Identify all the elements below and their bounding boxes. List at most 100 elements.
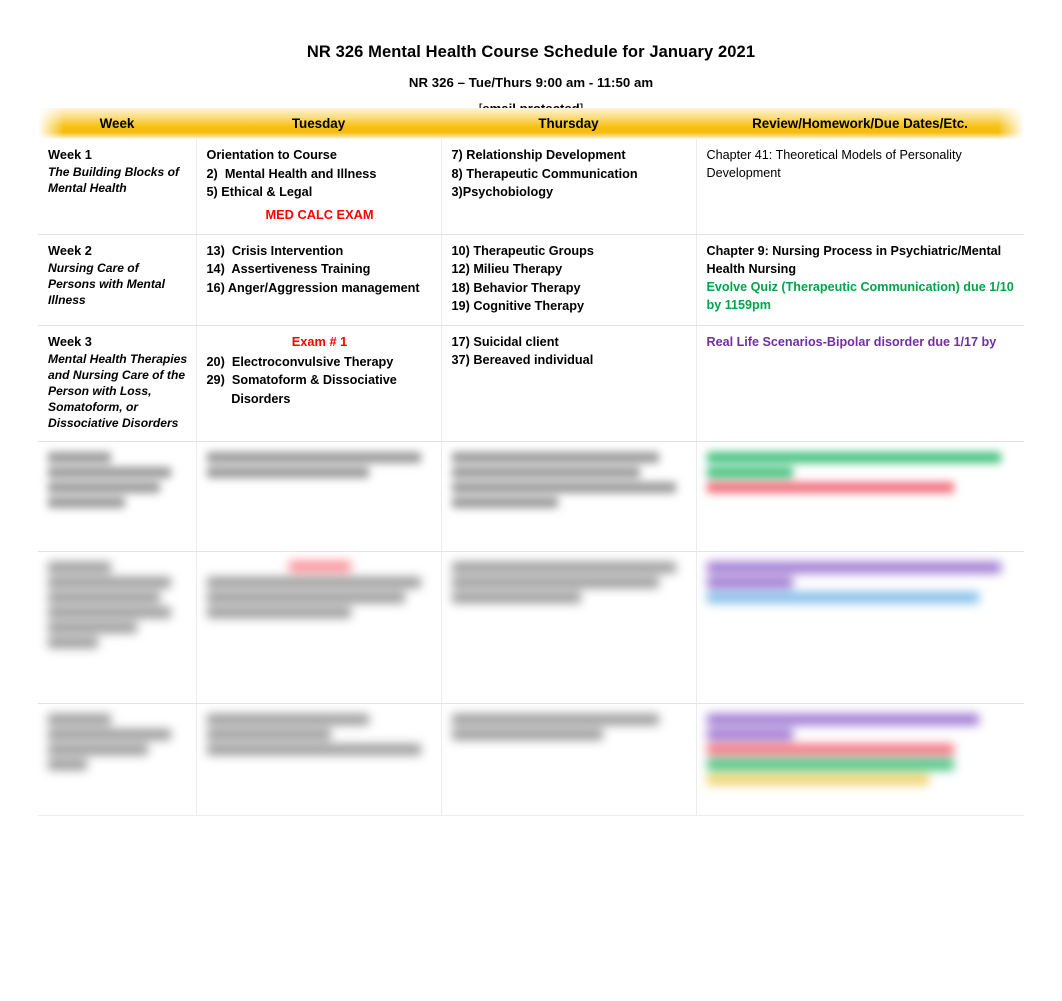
redacted-text-bar xyxy=(48,561,111,573)
tuesday-content: Orientation to Course 2) Mental Health an… xyxy=(207,146,433,224)
redacted-week-content xyxy=(48,713,188,770)
thursday-content: 7) Relationship Development 8) Therapeuti… xyxy=(452,146,688,202)
column-header-week: Week xyxy=(38,108,1024,139)
redacted-text-bar xyxy=(206,591,406,603)
table-row: Week 1 The Building Blocks of Mental Heal… xyxy=(38,139,1024,235)
redacted-text-bar xyxy=(206,466,370,478)
week-name: Week 2 xyxy=(48,242,92,258)
cell-week: Week 2 Nursing Care of Persons with Menta… xyxy=(38,234,196,326)
thursday-content: 17) Suicidal client 37) Bereaved individu… xyxy=(452,333,688,370)
review-content: Real Life Scenarios-Bipolar disorder due… xyxy=(707,333,1017,351)
column-header-week-label: Week xyxy=(99,116,135,131)
topic-item: 20) Electroconvulsive Therapy xyxy=(206,354,394,369)
topic-item: Orientation to Course xyxy=(206,148,337,162)
tuesday-content: 13) Crisis Intervention 14) Assertiveness… xyxy=(207,242,433,298)
tuesday-content xyxy=(206,451,433,478)
redacted-review-bar xyxy=(706,728,794,740)
cell-review: Chapter 41: Theoretical Models of Person… xyxy=(695,139,1024,235)
column-header-thursday-label: Thursday xyxy=(538,116,599,131)
cell-tuesday xyxy=(195,551,441,704)
week-description: Nursing Care of Persons with Mental Illn… xyxy=(48,260,165,307)
redacted-text-bar xyxy=(451,451,660,463)
redacted-text-bar xyxy=(48,481,160,493)
redacted-review-bar xyxy=(706,561,1001,573)
topic-item: 5) Ethical & Legal xyxy=(206,185,313,200)
thursday-topic-list: 10) Therapeutic Groups 12) Milieu Therapy… xyxy=(452,242,688,316)
review-note: Chapter 41: Theoretical Models of Person… xyxy=(706,148,962,181)
cell-week xyxy=(38,551,196,704)
tuesday-content: Exam # 1 20) Electroconvulsive Therapy 29)… xyxy=(207,333,433,409)
topic-item: 16) Anger/Aggression management xyxy=(206,280,420,295)
med-calc-exam-note: MED CALC EXAM xyxy=(265,206,374,222)
topic-item: 2) Mental Health and Illness xyxy=(206,166,377,181)
table-row xyxy=(38,551,1024,704)
course-schedule-table: Week Tuesday Thursday Review/Homework/Du… xyxy=(38,108,1024,816)
review-note: Evolve Quiz (Therapeutic Communication) … xyxy=(706,280,1014,313)
schedule-table-wrapper: Week Tuesday Thursday Review/Homework/Du… xyxy=(38,108,1024,816)
redacted-text-bar xyxy=(48,576,171,588)
cell-thursday xyxy=(440,441,696,552)
redacted-text-bar xyxy=(206,576,422,588)
topic-item: 19) Cognitive Therapy xyxy=(451,299,585,314)
tuesday-content xyxy=(206,713,433,755)
cell-review xyxy=(695,703,1024,816)
redacted-text-bar xyxy=(206,743,422,755)
redacted-text-bar xyxy=(451,576,660,588)
redacted-text-bar xyxy=(206,713,370,725)
redacted-text-bar xyxy=(48,636,99,648)
thursday-content xyxy=(451,451,688,508)
document-page: NR 326 Mental Health Course Schedule for… xyxy=(0,0,1062,1001)
topic-item: 8) Therapeutic Communication xyxy=(451,166,638,181)
table-header-row: Week Tuesday Thursday Review/Homework/Du… xyxy=(38,108,1024,139)
redacted-review-bar xyxy=(706,713,979,725)
redacted-review-bar xyxy=(706,481,955,493)
document-heading: NR 326 Mental Health Course Schedule for… xyxy=(0,0,1062,116)
redacted-review-bar xyxy=(706,743,955,755)
topic-item: 18) Behavior Therapy xyxy=(451,280,581,295)
topic-item: 12) Milieu Therapy xyxy=(451,262,563,277)
cell-week: Week 1 The Building Blocks of Mental Heal… xyxy=(38,139,196,235)
review-content: Chapter 9: Nursing Process in Psychiatri… xyxy=(707,242,1017,315)
review-note: Real Life Scenarios-Bipolar disorder due… xyxy=(706,334,997,349)
redacted-text-bar xyxy=(48,496,125,508)
review-content xyxy=(706,713,1017,785)
cell-week: Week 3 Mental Health Therapies and Nursin… xyxy=(38,325,196,442)
table-row: Week 3 Mental Health Therapies and Nursin… xyxy=(38,325,1024,442)
topic-item: 37) Bereaved individual xyxy=(451,353,594,368)
cell-thursday: 7) Relationship Development 8) Therapeuti… xyxy=(440,139,696,235)
cell-week xyxy=(38,441,196,552)
topic-item: 7) Relationship Development xyxy=(451,148,626,162)
review-note: Chapter 9: Nursing Process in Psychiatri… xyxy=(706,243,1002,276)
redacted-text-bar xyxy=(451,728,603,740)
redacted-text-bar xyxy=(451,481,676,493)
thursday-content: 10) Therapeutic Groups 12) Milieu Therapy… xyxy=(452,242,688,316)
review-content xyxy=(706,451,1017,493)
redacted-review-bar xyxy=(706,758,955,770)
cell-review xyxy=(695,441,1024,552)
cell-thursday: 10) Therapeutic Groups 12) Milieu Therapy… xyxy=(440,234,696,326)
topic-item: 17) Suicidal client xyxy=(451,334,559,349)
cell-tuesday: Exam # 1 20) Electroconvulsive Therapy 29)… xyxy=(195,325,441,442)
cell-tuesday: Orientation to Course 2) Mental Health an… xyxy=(195,139,441,235)
redacted-text-bar xyxy=(48,466,171,478)
cell-tuesday xyxy=(195,703,441,816)
cell-review: Chapter 9: Nursing Process in Psychiatri… xyxy=(695,234,1024,326)
topic-item: 3)Psychobiology xyxy=(451,185,554,200)
cell-thursday xyxy=(440,703,696,816)
thursday-content xyxy=(451,713,688,740)
redacted-text-bar xyxy=(206,451,422,463)
tuesday-topic-list: 20) Electroconvulsive Therapy 29) Somatof… xyxy=(207,353,433,409)
cell-week xyxy=(38,703,196,816)
cell-thursday xyxy=(440,551,696,704)
thursday-content xyxy=(451,561,688,603)
tuesday-topic-list: Orientation to Course 2) Mental Health an… xyxy=(207,146,433,202)
topic-item: 13) Crisis Intervention xyxy=(206,243,344,258)
redacted-week-content xyxy=(48,561,188,648)
thursday-topic-list: 7) Relationship Development 8) Therapeuti… xyxy=(452,146,688,202)
redacted-review-bar xyxy=(706,466,794,478)
topic-item: 29) Somatoform & Dissociative Disorders xyxy=(206,373,397,406)
week-description: The Building Blocks of Mental Health xyxy=(48,165,180,196)
column-header-review-label: Review/Homework/Due Dates/Etc. xyxy=(752,116,968,131)
table-row xyxy=(38,703,1024,816)
redacted-text-bar xyxy=(48,728,171,740)
